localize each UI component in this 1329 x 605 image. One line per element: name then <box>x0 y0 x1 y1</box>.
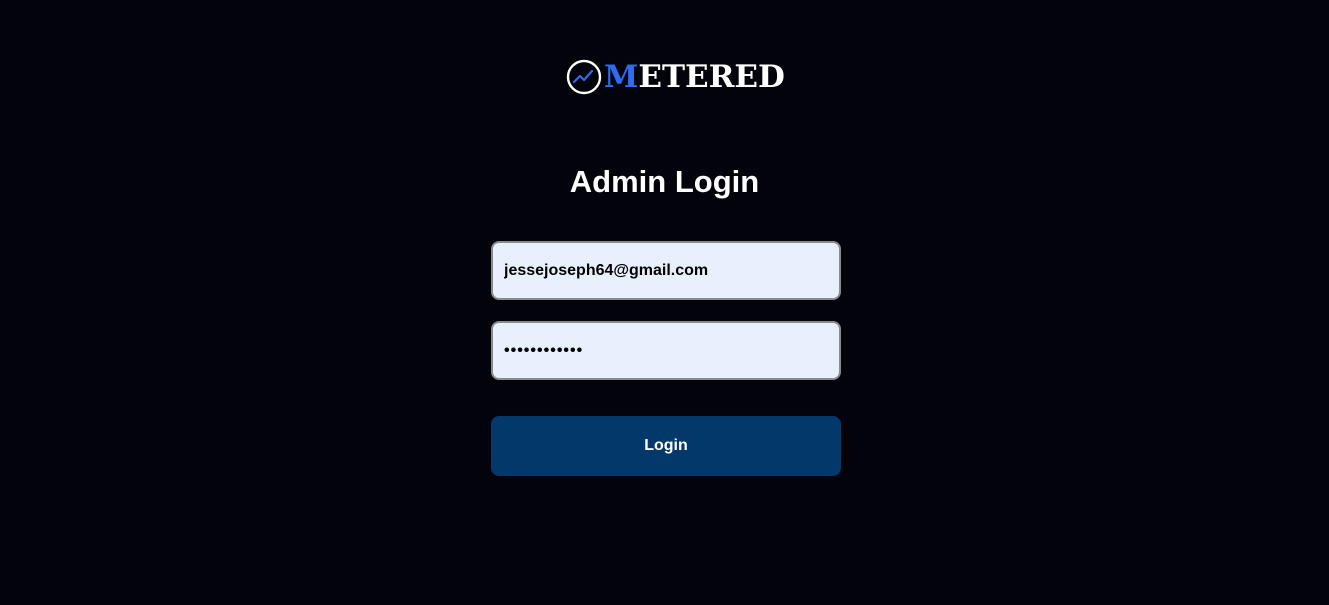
email-field[interactable] <box>491 241 841 300</box>
admin-login-page: METERED Admin Login Login <box>0 0 1329 605</box>
brand-name-rest: ETERED <box>638 59 785 95</box>
trend-chart-circle-icon <box>566 59 602 95</box>
password-field[interactable] <box>491 321 841 380</box>
brand-name: METERED <box>604 59 785 95</box>
login-button[interactable]: Login <box>491 416 841 476</box>
brand-name-initial: M <box>604 59 639 95</box>
brand-logo: METERED <box>566 58 785 96</box>
page-title: Admin Login <box>569 164 760 199</box>
